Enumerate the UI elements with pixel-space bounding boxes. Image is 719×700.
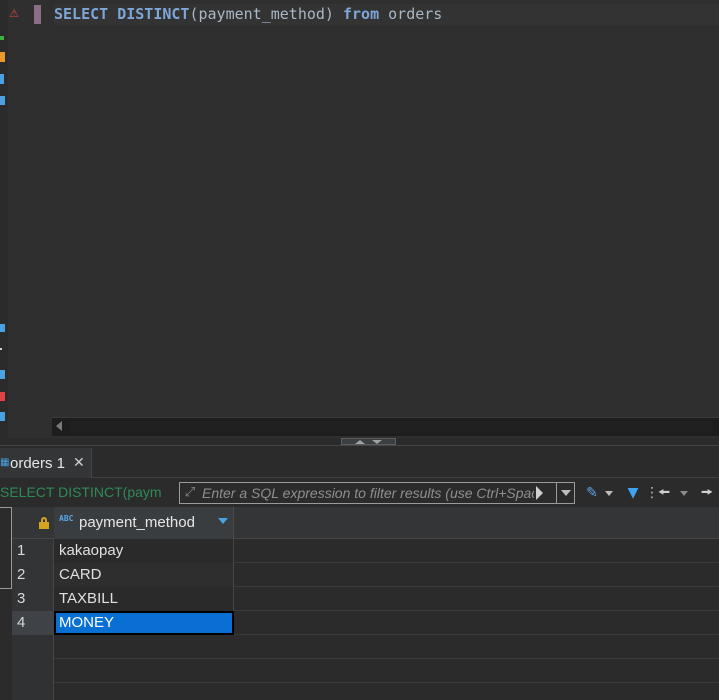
row-number[interactable]: 2 (12, 563, 54, 587)
row-number[interactable]: 3 (12, 587, 54, 611)
splitter-handle[interactable] (341, 438, 396, 445)
format-icon[interactable] (0, 74, 4, 84)
table-icon[interactable] (0, 96, 5, 105)
back-dropdown[interactable] (678, 484, 690, 502)
tab-label: orders 1 (10, 454, 66, 472)
empty-row-number (12, 635, 54, 659)
close-icon[interactable]: ✕ (73, 455, 85, 471)
editor-horizontal-scrollbar[interactable] (52, 417, 719, 436)
row-number[interactable]: 4 (12, 611, 54, 635)
upload-icon[interactable] (0, 52, 5, 62)
back-arrow-icon[interactable]: 🠘 (655, 484, 673, 502)
filter-box[interactable]: ⤢ (179, 482, 575, 504)
results-table-icon: ▦ (0, 457, 10, 468)
link-icon[interactable] (0, 324, 5, 332)
current-line-marker (34, 5, 41, 24)
tab-orders-1[interactable]: ▦ orders 1 ✕ (0, 448, 92, 478)
more-icon[interactable] (0, 348, 2, 350)
sql-table-name: orders (388, 5, 443, 23)
settings-icon[interactable] (0, 370, 5, 379)
column-header-payment-method[interactable]: ABC payment_method (54, 507, 234, 539)
toolbar-separator: ⋮ (645, 485, 659, 501)
filter-history-dropdown[interactable] (556, 483, 574, 503)
cell-payment-method[interactable]: TAXBILL (54, 587, 234, 611)
cell-payment-method[interactable]: CARD (54, 563, 234, 587)
add-icon[interactable] (0, 36, 4, 40)
sql-keyword-select: SELECT DISTINCT (54, 5, 190, 23)
scroll-track[interactable] (70, 421, 713, 433)
grid-header-row: ABC payment_method (12, 507, 719, 539)
empty-row-number (12, 659, 54, 683)
empty-row (12, 659, 719, 683)
column-name: payment_method (79, 514, 195, 531)
empty-row (12, 683, 719, 700)
empty-row (12, 635, 719, 659)
filter-bar: SELECT DISTINCT(paym ⤢ ✎ ▼ ⋮ 🠘 🠚 (0, 479, 719, 507)
current-query-label[interactable]: SELECT DISTINCT(paym (0, 484, 178, 504)
forward-arrow-icon[interactable]: 🠚 (698, 484, 716, 502)
sort-dropdown-icon[interactable] (218, 518, 228, 524)
text-type-icon: ABC (59, 514, 74, 523)
filter-input[interactable] (202, 483, 534, 503)
editor-side-gutter (0, 0, 8, 438)
eraser-icon[interactable]: ✎ (583, 484, 601, 502)
cell-payment-method[interactable]: kakaopay (54, 539, 234, 563)
panel-icon[interactable] (0, 412, 5, 421)
eraser-dropdown[interactable] (603, 484, 615, 502)
warning-triangle-icon: ⚠ (9, 7, 19, 20)
row-number[interactable]: 1 (12, 539, 54, 563)
results-tab-bar: ▦ orders 1 ✕ (0, 446, 719, 478)
error-icon[interactable] (0, 392, 5, 401)
table-row[interactable]: 1 kakaopay (12, 539, 719, 563)
table-row-selected[interactable]: 4 MONEY (12, 611, 719, 635)
empty-row-number (12, 683, 54, 700)
side-toolbar-box (0, 507, 12, 589)
sql-args: (payment_method) (189, 5, 334, 23)
lock-icon (39, 517, 49, 529)
grid-rows: 1 kakaopay 2 CARD 3 TAXBILL 4 MONEY (12, 539, 719, 700)
sql-query-line[interactable]: SELECT DISTINCT(payment_method) from ord… (54, 4, 719, 25)
expand-icon[interactable]: ⤢ (182, 485, 198, 501)
minimize-down-icon[interactable] (372, 440, 382, 444)
maximize-up-icon[interactable] (355, 440, 365, 444)
sql-editor[interactable]: ⚠ SELECT DISTINCT(payment_method) from o… (0, 0, 719, 438)
filter-funnel-icon[interactable]: ▼ (624, 484, 642, 502)
apply-filter-icon[interactable] (536, 486, 543, 500)
results-side-toolbar (0, 507, 12, 700)
results-grid[interactable]: ABC payment_method 1 kakaopay 2 CARD 3 T… (12, 507, 719, 700)
table-row[interactable]: 2 CARD (12, 563, 719, 587)
sql-keyword-from: from (343, 5, 380, 23)
table-row[interactable]: 3 TAXBILL (12, 587, 719, 611)
panel-splitter[interactable] (0, 438, 719, 446)
cell-payment-method-selected[interactable]: MONEY (54, 611, 234, 635)
scroll-left-icon[interactable] (56, 421, 62, 431)
